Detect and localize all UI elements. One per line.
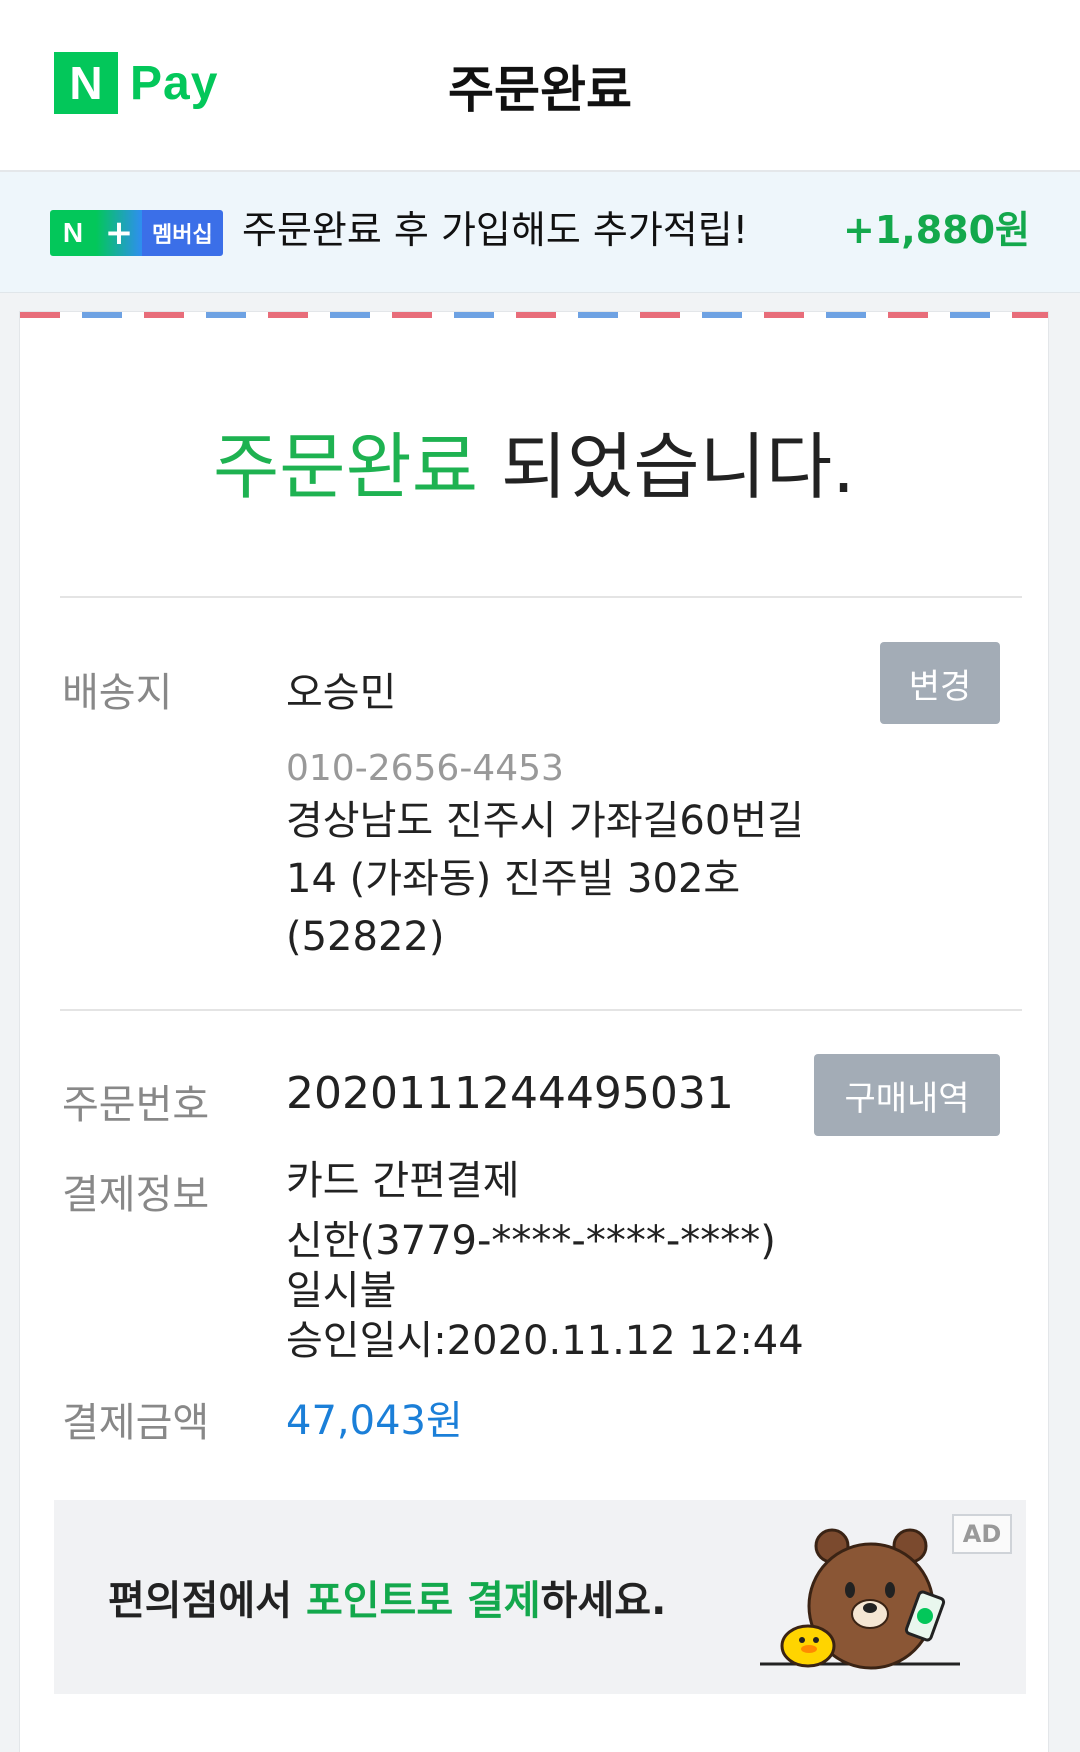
address-line-1: 경상남도 진주시 가좌길60번길	[286, 798, 804, 844]
shipping-label: 배송지	[62, 670, 173, 716]
divider	[60, 1009, 1022, 1011]
card-info: 신한(3779-****-****-****)	[286, 1218, 776, 1264]
ad-message: 편의점에서 포인트로 결제하세요.	[108, 1568, 666, 1626]
payment-info-label: 결제정보	[62, 1172, 210, 1218]
ad-text-after: 하세요.	[540, 1578, 667, 1624]
order-number-label: 주문번호	[62, 1082, 210, 1128]
badge-n-mark: N	[50, 210, 96, 256]
airmail-stripe	[20, 312, 1048, 318]
address-line-2: 14 (가좌동) 진주빌 302호	[286, 856, 741, 902]
recipient-name: 오승민	[286, 670, 397, 716]
ad-text-before: 편의점에서	[108, 1578, 306, 1624]
membership-badge: N + 멤버십	[50, 210, 223, 256]
payment-amount: 47,043원	[286, 1398, 463, 1444]
order-complete-card: 주문완료 되었습니다. 배송지 오승민 변경 010-2656-4453 경상남…	[20, 312, 1048, 1752]
divider	[60, 596, 1022, 598]
complete-rest: 되었습니다.	[477, 425, 855, 509]
postal-code: (52822)	[286, 914, 445, 960]
reward-amount: +1,880원	[843, 208, 1030, 252]
app-header: N Pay 주문완료	[0, 0, 1080, 172]
payment-amount-label: 결제금액	[62, 1400, 210, 1446]
approval-datetime: 승인일시:2020.11.12 12:44	[286, 1318, 804, 1364]
ad-badge: AD	[952, 1514, 1012, 1554]
complete-highlight: 주문완료	[213, 425, 478, 509]
recipient-phone: 010-2656-4453	[286, 748, 564, 789]
ad-text-highlight: 포인트로 결제	[305, 1578, 541, 1624]
complete-message: 주문완료 되었습니다.	[20, 422, 1048, 512]
installment: 일시불	[286, 1268, 397, 1314]
order-number: 2020111244495031	[286, 1068, 734, 1119]
shipping-address: 경상남도 진주시 가좌길60번길 14 (가좌동) 진주빌 302호 (5282…	[286, 792, 804, 966]
badge-label: 멤버십	[142, 210, 223, 256]
purchase-history-button[interactable]: 구매내역	[814, 1054, 1000, 1136]
membership-banner[interactable]: N + 멤버십 주문완료 후 가입해도 추가적립! +1,880원	[0, 172, 1080, 293]
change-address-button[interactable]: 변경	[880, 642, 1000, 724]
banner-message: 주문완료 후 가입해도 추가적립!	[242, 208, 748, 252]
payment-method: 카드 간편결제	[286, 1158, 520, 1204]
payment-info: 카드 간편결제 신한(3779-****-****-****) 일시불 승인일시…	[286, 1156, 804, 1366]
bear-character-illustration	[760, 1528, 960, 1670]
page-title: 주문완료	[448, 61, 632, 119]
ad-banner[interactable]: 편의점에서 포인트로 결제하세요. AD	[54, 1500, 1026, 1694]
plus-icon: +	[96, 210, 142, 256]
